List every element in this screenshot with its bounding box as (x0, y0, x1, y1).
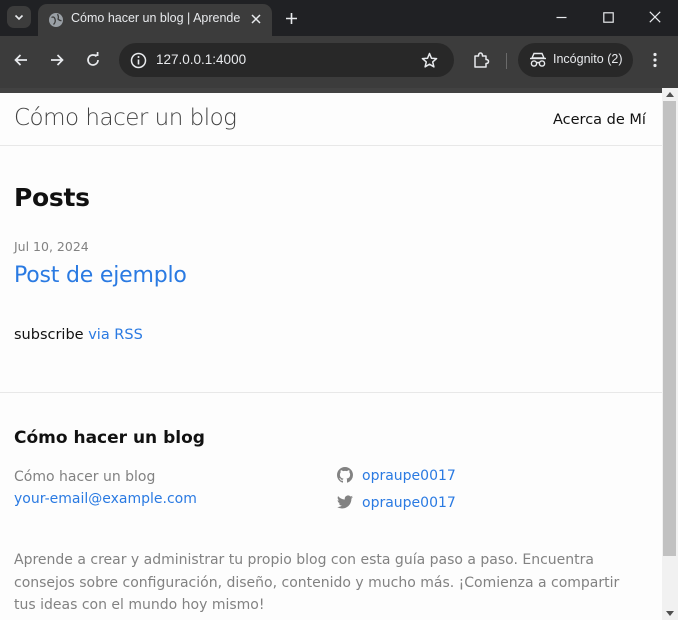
site-info-button[interactable] (127, 49, 149, 71)
site-footer: Cómo hacer un blog Cómo hacer un blog yo… (0, 392, 662, 620)
minimize-button[interactable] (538, 0, 584, 34)
footer-description: Aprende a crear y administrar tu propio … (14, 552, 620, 613)
post-date: Jul 10, 2024 (14, 239, 89, 254)
rss-link[interactable]: via RSS (88, 327, 143, 343)
forward-button[interactable] (45, 48, 69, 72)
toolbar-separator (506, 53, 507, 69)
twitter-username: opraupe0017 (362, 495, 456, 511)
kebab-menu-icon (653, 52, 657, 68)
address-bar[interactable]: 127.0.0.1:4000 (119, 43, 454, 77)
subscribe-text: subscribe (14, 327, 89, 343)
new-tab-button[interactable] (281, 8, 301, 28)
info-icon (130, 52, 146, 68)
scrollbar-thumb[interactable] (663, 101, 676, 556)
triangle-down-icon (666, 610, 674, 616)
tab-title: Cómo hacer un blog | Aprende a crear tu … (71, 11, 241, 25)
post-title-link[interactable]: Post de ejemplo (14, 263, 187, 288)
github-icon (337, 467, 353, 483)
footer-email-link[interactable]: your-email@example.com (14, 491, 197, 507)
github-username: opraupe0017 (362, 468, 456, 484)
reload-button[interactable] (81, 48, 105, 72)
plus-icon (285, 12, 297, 24)
close-icon (251, 14, 261, 24)
site-title-link[interactable]: Cómo hacer un blog (14, 105, 237, 131)
browser-chrome: Cómo hacer un blog | Aprende a crear tu … (0, 0, 678, 88)
tab-strip: Cómo hacer un blog | Aprende a crear tu … (0, 0, 678, 36)
browser-menu-button[interactable] (645, 48, 665, 72)
triangle-up-icon (666, 91, 674, 97)
incognito-icon (530, 52, 546, 67)
arrow-left-icon (14, 54, 27, 66)
maximize-button[interactable] (585, 0, 631, 34)
page-scrollbar[interactable] (662, 88, 678, 620)
page-viewport: Cómo hacer un blog Acerca de Mí Posts Ju… (0, 88, 662, 620)
incognito-button[interactable]: Incógnito (2) (518, 43, 633, 77)
site-header: Cómo hacer un blog Acerca de Mí (0, 88, 662, 146)
incognito-label: Incógnito (2) (553, 52, 623, 66)
page-heading: Posts (14, 183, 90, 212)
star-icon (421, 52, 437, 68)
extensions-button[interactable] (469, 48, 493, 72)
tab-search-button[interactable] (7, 6, 31, 28)
scroll-up-button[interactable] (662, 88, 678, 100)
chevron-down-icon (14, 14, 24, 21)
maximize-icon (602, 11, 614, 23)
back-button[interactable] (9, 48, 33, 72)
twitter-icon (337, 495, 353, 509)
puzzle-icon (474, 52, 490, 68)
nav-link-about[interactable]: Acerca de Mí (553, 112, 646, 128)
globe-icon (49, 13, 63, 27)
footer-heading: Cómo hacer un blog (14, 428, 205, 448)
window-close-button[interactable] (632, 0, 678, 34)
minimize-icon (556, 16, 566, 18)
reload-icon (87, 52, 99, 66)
scroll-down-button[interactable] (662, 606, 678, 620)
subscribe-line: subscribe via RSS (14, 327, 143, 343)
tab-close-button[interactable] (248, 11, 264, 27)
browser-toolbar: 127.0.0.1:4000 Incógnito (2) (0, 36, 678, 84)
bookmark-button[interactable] (419, 50, 439, 70)
tab-active[interactable]: Cómo hacer un blog | Aprende a crear tu … (38, 4, 272, 36)
footer-site-name: Cómo hacer un blog (14, 469, 156, 485)
url-text[interactable]: 127.0.0.1:4000 (156, 52, 246, 67)
close-icon (649, 11, 661, 23)
arrow-right-icon (51, 54, 64, 66)
